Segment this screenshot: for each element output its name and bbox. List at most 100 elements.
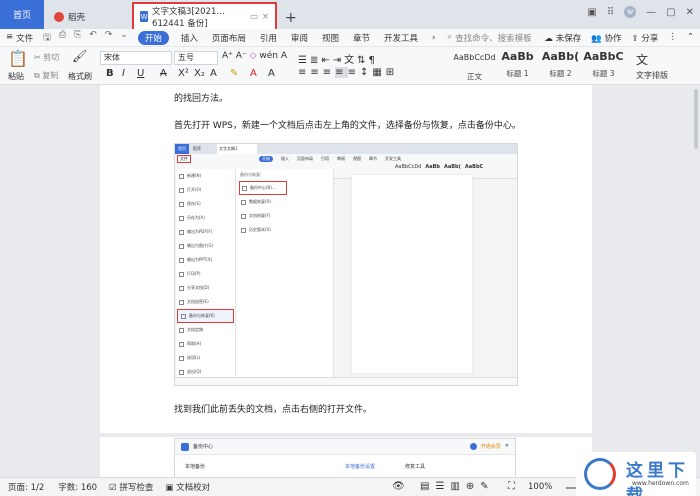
shot1-image-icon (179, 243, 184, 249)
show-marks-icon[interactable]: ¶ (369, 55, 378, 66)
font-select[interactable]: 宋体 (100, 51, 172, 65)
monitor-icon[interactable]: ▭ (250, 12, 258, 22)
page-count[interactable]: 页面: 1/2 (8, 481, 44, 493)
close-tab-icon[interactable]: × (262, 12, 269, 22)
search-icon: ⌕ (447, 31, 453, 42)
copy-label: 复制 (42, 71, 59, 80)
pinyin-icon[interactable]: wén (259, 51, 278, 61)
superscript-icon[interactable]: X² (178, 68, 189, 79)
reading-view-icon[interactable]: ▥ (450, 481, 465, 492)
document-page[interactable]: 的找回方法。 首先打开 WPS，新建一个文档后点击左上角的文件，选择备份与恢复，… (100, 85, 592, 433)
shot1-sidebar-item: 新建(N) (176, 169, 235, 183)
chevron-right-icon[interactable]: › (432, 33, 435, 43)
underline-icon[interactable]: U (137, 68, 144, 79)
tab-view[interactable]: 视图 (322, 32, 339, 44)
undo-icon[interactable]: ↶ (89, 30, 97, 46)
outline-view-icon[interactable]: ☰ (435, 481, 450, 492)
minimize-icon[interactable]: — (646, 7, 656, 18)
word-count[interactable]: 字数: 160 (58, 481, 97, 493)
indent-icon[interactable]: ⇥ (333, 55, 344, 66)
distributed-icon[interactable]: ≡ (348, 67, 360, 78)
more-menu-icon[interactable]: ⋮ (668, 32, 677, 44)
size-select[interactable]: 五号 (174, 51, 218, 65)
char-border-icon[interactable]: A (281, 51, 287, 61)
tab-page-layout[interactable]: 页面布局 (212, 32, 246, 44)
text-effect-icon[interactable]: A (210, 68, 217, 79)
more-icon[interactable]: ⌄ (120, 30, 128, 46)
strikethrough-icon[interactable]: A (160, 68, 167, 79)
embedded-screenshot-backup-menu: 首页 稻壳 文字文稿1 文件 开始 插入 页面布局 引用 审阅 视图 章节 开发… (174, 143, 518, 386)
tab-developer[interactable]: 开发工具 (384, 32, 418, 44)
style-heading2[interactable]: AaBb( 标题 2 (539, 49, 582, 83)
redo-icon[interactable]: ↷ (105, 30, 113, 46)
tab-insert[interactable]: 插入 (181, 32, 198, 44)
shot2-avatar-icon (469, 443, 477, 450)
print-icon[interactable]: ⎘ (74, 30, 81, 46)
font-color-icon[interactable]: A (250, 68, 257, 79)
numbering-icon[interactable]: ≣ (310, 55, 321, 66)
justify-icon[interactable]: ≡ (335, 67, 348, 78)
subscript-icon[interactable]: X₂ (194, 68, 205, 79)
save-icon[interactable]: 🖫 (43, 30, 51, 46)
tab-sections[interactable]: 章节 (353, 32, 370, 44)
tab-straw[interactable]: 稻壳 (48, 5, 122, 29)
fit-page-icon[interactable]: ⛶ (508, 481, 515, 492)
tab-start[interactable]: 开始 (137, 30, 169, 45)
eye-icon[interactable]: 👁 (392, 481, 405, 492)
bullets-icon[interactable]: ☰ (298, 55, 310, 66)
align-right-icon[interactable]: ≡ (323, 67, 335, 78)
text-layout-icon[interactable]: 文 (636, 51, 648, 68)
shrink-font-icon[interactable]: A⁻ (236, 51, 247, 61)
layout-icon[interactable]: ▣ (587, 7, 596, 18)
page-view-icon[interactable]: ▤ (420, 481, 435, 492)
align-center-icon[interactable]: ≡ (310, 67, 322, 78)
bold-icon[interactable]: B (106, 68, 114, 79)
borders-icon[interactable]: ⊞ (386, 67, 398, 78)
line-spacing-icon[interactable]: ↕ (360, 67, 372, 78)
sort-icon[interactable]: ⇅ (357, 55, 368, 66)
avatar[interactable]: W (624, 6, 637, 18)
style-heading3[interactable]: AaBbC 标题 3 (582, 49, 625, 83)
file-menu[interactable]: ≡ 文件 (6, 32, 33, 44)
char-shading-icon[interactable]: A (268, 68, 275, 79)
italic-icon[interactable]: I (122, 68, 125, 79)
grow-font-icon[interactable]: A⁺ (222, 51, 233, 61)
share-button[interactable]: ⇪ 分享 (632, 32, 659, 44)
proofread-button[interactable]: ▣ 文档校对 (165, 481, 210, 493)
shot1-backup-submenu: 备份与恢复: 备份中心(B)... 数据恢复(R) 文档修复(F) 历史版本(V… (236, 169, 334, 385)
tab-document[interactable]: W 文字文稿3[2021…612441 备份] ▭ × (132, 2, 277, 29)
collapse-ribbon-icon[interactable]: ⌃ (687, 32, 694, 44)
tab-references[interactable]: 引用 (260, 32, 277, 44)
grid-icon[interactable]: ⠿ (607, 7, 614, 18)
paste-icon[interactable]: 📋 (8, 49, 28, 68)
zoom-level[interactable]: 100% (528, 482, 552, 492)
add-tab-button[interactable]: + (285, 10, 297, 26)
text-layout-button[interactable]: 文字排版 (636, 70, 668, 81)
spell-check-button[interactable]: ☑ 拼写检查 (109, 481, 153, 493)
paste-button[interactable]: 粘贴 (8, 71, 24, 82)
chinese-layout-icon[interactable]: 文 (344, 55, 357, 66)
format-painter-button[interactable]: 格式刷 (68, 71, 92, 82)
search-box[interactable]: ⌕ 查找命令、搜索模板 (447, 32, 531, 44)
tab-home[interactable]: 首页 (0, 0, 44, 29)
tab-review[interactable]: 审阅 (291, 32, 308, 44)
web-view-icon[interactable]: ⊕ (466, 481, 480, 492)
outdent-icon[interactable]: ⇤ (321, 55, 332, 66)
maximize-icon[interactable]: ▢ (666, 7, 675, 18)
close-window-icon[interactable]: ✕ (686, 7, 694, 18)
vertical-scrollbar[interactable] (694, 89, 698, 149)
print-preview-icon[interactable]: ⎙ (59, 30, 66, 46)
shading-icon[interactable]: ▦ (372, 67, 385, 78)
paragraph-2: 首先打开 WPS，新建一个文档后点击左上角的文件，选择备份与恢复，点击备份中心。 (174, 121, 521, 131)
align-left-icon[interactable]: ≡ (298, 67, 310, 78)
write-mode-icon[interactable]: ✎ (480, 481, 494, 492)
copy-button[interactable]: ⧉ 复制 (34, 70, 58, 81)
format-painter-icon[interactable]: 🖌 (72, 49, 87, 63)
cut-button[interactable]: ✂ 剪切 (34, 52, 59, 63)
collab-button[interactable]: 👥 协作 (591, 32, 621, 44)
clear-format-icon[interactable]: ◇ (250, 51, 257, 61)
highlight-icon[interactable]: ✎ (230, 68, 238, 79)
style-normal[interactable]: AaBbCcDd 正文 (453, 49, 496, 83)
unsaved-button[interactable]: ☁ 未保存 (545, 32, 582, 44)
style-heading1[interactable]: AaBb 标题 1 (496, 49, 539, 83)
